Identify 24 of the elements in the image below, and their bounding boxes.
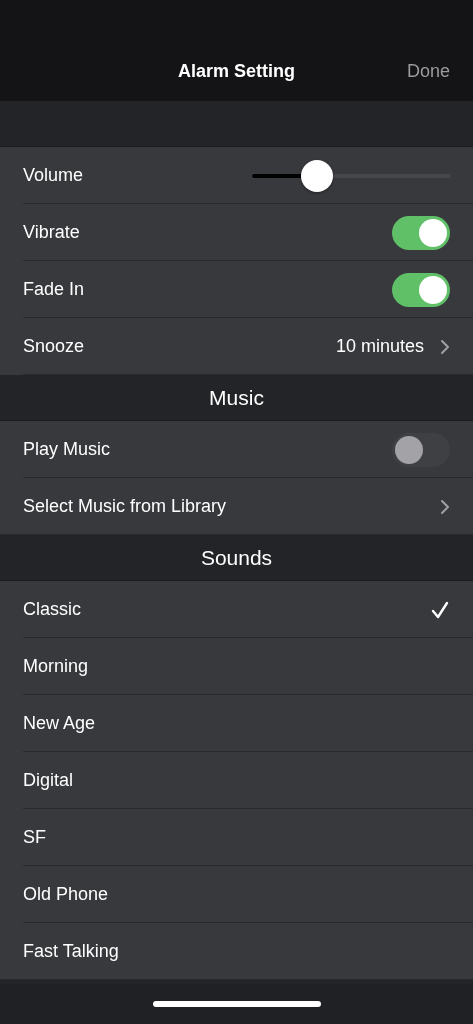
sound-option[interactable]: Old Phone (0, 866, 473, 923)
sound-option[interactable]: New Age (0, 695, 473, 752)
row-label: Vibrate (23, 221, 80, 244)
done-button[interactable]: Done (406, 58, 450, 85)
row-label: Select Music from Library (23, 495, 227, 518)
slider-thumb[interactable] (301, 159, 334, 192)
row-label: Snooze (23, 335, 85, 358)
toggle-switch[interactable] (392, 272, 450, 307)
sound-option[interactable]: Digital (0, 752, 473, 809)
row-value: 10 minutes (335, 335, 424, 358)
screen-title: Alarm Setting (178, 60, 295, 83)
row-label: Play Music (23, 438, 111, 461)
toggle-switch[interactable] (392, 432, 450, 467)
chevron-icon (440, 498, 450, 515)
sound-option[interactable]: Fast Talking (0, 923, 473, 980)
sound-option[interactable]: SF (0, 809, 473, 866)
section-header: Music (209, 384, 264, 411)
row-label: Fade In (23, 278, 85, 301)
chevron-icon (440, 338, 450, 355)
sound-option[interactable]: Morning (0, 638, 473, 695)
sound-option[interactable]: Classic (0, 581, 473, 638)
row-label: Volume (23, 164, 84, 187)
section-header: Sounds (200, 544, 273, 571)
toggle-switch[interactable] (392, 215, 450, 250)
